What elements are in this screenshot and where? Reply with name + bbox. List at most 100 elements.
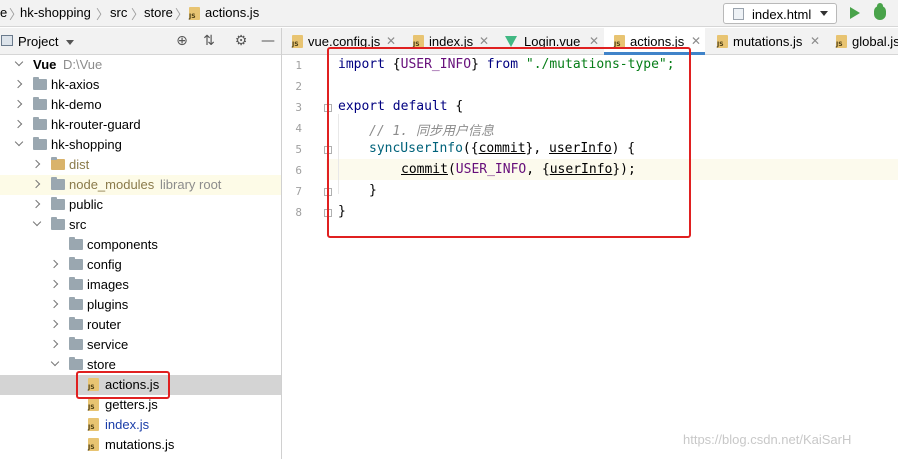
tree-item-images[interactable]: images (0, 275, 281, 295)
expand-arrow-icon[interactable] (49, 299, 59, 309)
line-number: 2 (295, 80, 302, 93)
expand-arrow-icon[interactable] (31, 199, 41, 209)
folder-icon (33, 77, 47, 90)
breadcrumb-item-actions[interactable]: actions.js (205, 5, 259, 20)
expand-arrow-icon[interactable] (49, 279, 59, 289)
tree-item-label: node_modules (69, 177, 155, 192)
tree-item-label: getters.js (105, 397, 158, 412)
debug-icon[interactable] (874, 3, 886, 20)
tree-item-label: hk-shopping (51, 137, 122, 152)
watermark: https://blog.csdn.net/KaiSarH (683, 432, 852, 447)
highlight-box-code (327, 47, 691, 238)
tree-item-path: D:\Vue (63, 57, 103, 72)
minimize-icon[interactable]: — (261, 34, 275, 48)
expand-arrow-icon[interactable] (31, 159, 41, 169)
expand-arrow-icon[interactable] (50, 357, 60, 367)
project-panel-header: Project ⊕ ⇅ ⚙ — (0, 28, 281, 55)
js-file-icon: JS (291, 35, 304, 48)
tree-item-service[interactable]: service (0, 335, 281, 355)
highlight-box-tree (76, 371, 170, 399)
tree-item-label: config (87, 257, 122, 272)
close-icon[interactable]: ✕ (810, 34, 820, 48)
tree-item-label: images (87, 277, 129, 292)
expand-arrow-icon[interactable] (14, 57, 24, 67)
tree-item-components[interactable]: components (0, 235, 281, 255)
folder-icon (69, 297, 83, 310)
chevron-down-icon (820, 11, 828, 16)
expand-arrow-icon[interactable] (49, 259, 59, 269)
tree-item-config[interactable]: config (0, 255, 281, 275)
gear-icon[interactable]: ⚙ (234, 34, 248, 48)
vue-file-icon (505, 36, 517, 47)
tree-item-label: router (87, 317, 121, 332)
project-icon (1, 35, 13, 46)
folder-icon (69, 337, 83, 350)
tree-item-label: store (87, 357, 116, 372)
close-icon[interactable]: ✕ (589, 34, 599, 48)
expand-arrow-icon[interactable] (13, 79, 23, 89)
expand-arrow-icon[interactable] (49, 319, 59, 329)
expand-arrow-icon[interactable] (13, 99, 23, 109)
navigation-bar: e 〉 hk-shopping 〉 src 〉 store 〉 JS actio… (0, 0, 898, 27)
expand-arrow-icon[interactable] (31, 179, 41, 189)
breadcrumb-separator: 〉 (175, 7, 189, 22)
tab-mutations-js[interactable]: JS mutations.js ✕ (707, 28, 824, 55)
expand-arrow-icon[interactable] (14, 137, 24, 147)
tree-item-label: hk-demo (51, 97, 102, 112)
locate-icon[interactable]: ⊕ (175, 34, 189, 48)
tree-item-annotation: library root (160, 177, 222, 192)
line-number: 1 (295, 59, 302, 72)
close-icon[interactable]: ✕ (479, 34, 489, 48)
tab-label: global.js (852, 34, 898, 49)
tree-item-mutations-js[interactable]: JS mutations.js (0, 435, 281, 455)
tree-item-dist[interactable]: dist (0, 155, 281, 175)
folder-icon (51, 177, 65, 190)
tree-item-hk-axios[interactable]: hk-axios (0, 75, 281, 95)
chevron-down-icon[interactable] (66, 40, 74, 45)
line-number: 4 (295, 122, 302, 135)
tree-item-label: dist (69, 157, 90, 172)
breadcrumb-separator: 〉 (96, 7, 110, 22)
folder-icon (33, 137, 47, 150)
folder-icon (51, 157, 65, 170)
expand-arrow-icon[interactable] (13, 119, 23, 129)
js-file-icon: JS (188, 7, 201, 20)
tree-item-label: service (87, 337, 129, 352)
breadcrumb-item-store[interactable]: store (144, 5, 173, 20)
tree-item-public[interactable]: public (0, 195, 281, 215)
tree-item-src[interactable]: src (0, 215, 281, 235)
run-icon[interactable] (850, 7, 860, 19)
tree-item-router[interactable]: router (0, 315, 281, 335)
tree-item-plugins[interactable]: plugins (0, 295, 281, 315)
tree-item-label: hk-router-guard (51, 117, 141, 132)
close-icon[interactable]: ✕ (691, 34, 701, 48)
line-number-gutter: 1 2 3 4 5 6 7 8 (282, 55, 332, 459)
js-file-icon: JS (835, 35, 848, 48)
tree-item-label: index.js (105, 417, 150, 432)
line-number: 8 (295, 206, 302, 219)
folder-icon (69, 237, 83, 250)
tree-item-index-js[interactable]: JS index.js (0, 415, 281, 435)
html-file-icon (733, 8, 744, 20)
breadcrumb-item-src[interactable]: src (110, 5, 127, 20)
collapse-all-icon[interactable]: ⇅ (202, 34, 216, 48)
project-panel-title[interactable]: Project (18, 34, 58, 49)
tree-item-label: public (69, 197, 103, 212)
breadcrumb-item-hk-shopping[interactable]: hk-shopping (20, 5, 91, 20)
expand-arrow-icon[interactable] (49, 339, 59, 349)
line-number: 7 (295, 185, 302, 198)
folder-icon (51, 197, 65, 210)
tree-item-hk-router-guard[interactable]: hk-router-guard (0, 115, 281, 135)
tab-global-js[interactable]: JS global.js (826, 28, 898, 55)
breadcrumb-separator: 〉 (131, 7, 145, 22)
folder-icon (33, 117, 47, 130)
tree-item-hk-demo[interactable]: hk-demo (0, 95, 281, 115)
folder-icon (33, 97, 47, 110)
tree-item-node-modules[interactable]: node_modules library root (0, 175, 281, 195)
tree-item-hk-shopping[interactable]: hk-shopping (0, 135, 281, 155)
breadcrumb-item-root[interactable]: e (0, 5, 7, 20)
expand-arrow-icon[interactable] (32, 217, 42, 227)
run-configuration-select[interactable]: index.html (723, 3, 837, 24)
tree-item-vue[interactable]: Vue D:\Vue (0, 55, 281, 75)
close-icon[interactable]: ✕ (386, 34, 396, 48)
